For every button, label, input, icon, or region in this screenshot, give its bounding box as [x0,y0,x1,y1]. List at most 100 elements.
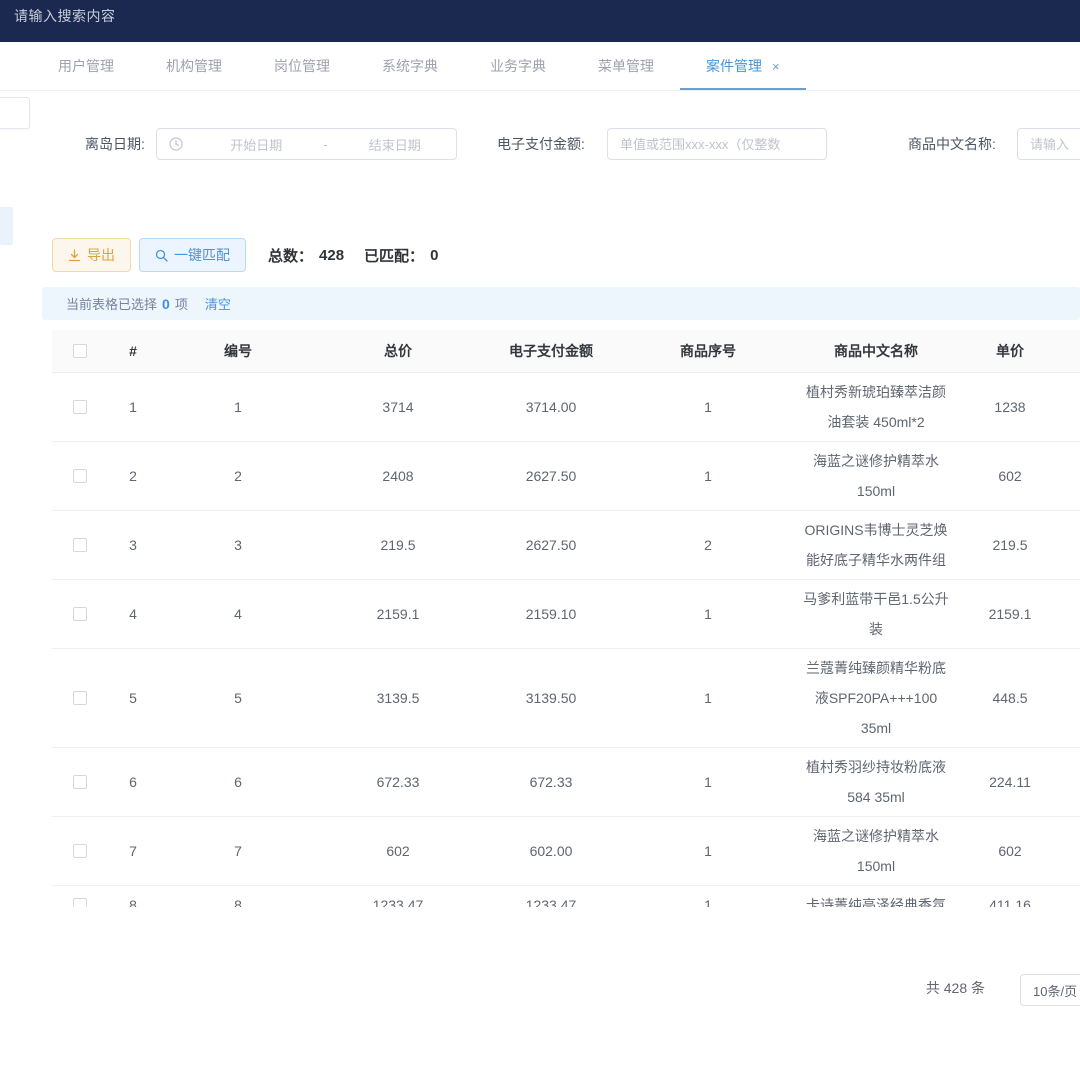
row-filler-cell [1060,648,1080,747]
row-checkbox[interactable] [73,400,87,414]
row-checkbox[interactable] [73,691,87,705]
row-name-cell: 卡诗菁纯亮泽经典香氛 [792,885,960,907]
row-unit-cell: 448.5 [960,648,1060,747]
depart-date-label: 离岛日期: [85,128,145,160]
col-header-index: # [108,330,158,372]
epay-amount-input[interactable] [607,128,827,160]
col-header-name: 商品中文名称 [792,330,960,372]
select-all-checkbox[interactable] [73,344,87,358]
search-icon [155,249,168,262]
row-total-cell: 602 [318,816,478,885]
row-total-cell: 2159.1 [318,579,478,648]
tab-org-mgmt[interactable]: 机构管理 [140,42,248,90]
global-search-input[interactable]: 请输入搜索内容 [14,6,116,26]
row-code-cell: 7 [158,816,318,885]
export-button-label: 导出 [87,245,115,265]
row-checkbox-cell [52,885,108,907]
table-row: 881233.471233.471卡诗菁纯亮泽经典香氛411.16 [52,885,1080,907]
row-total-cell: 219.5 [318,510,478,579]
end-date-input[interactable]: 结束日期 [334,135,457,154]
row-total-cell: 3714 [318,372,478,441]
row-checkbox[interactable] [73,844,87,858]
row-filler-cell [1060,885,1080,907]
row-checkbox[interactable] [73,538,87,552]
match-button-label: 一键匹配 [174,245,230,265]
row-name-cell: ORIGINS韦博士灵芝焕能好底子精华水两件组 [792,510,960,579]
tab-system-dict[interactable]: 系统字典 [356,42,464,90]
row-code-cell: 8 [158,885,318,907]
close-tab-icon[interactable]: × [772,59,780,74]
row-index-cell: 8 [108,885,158,907]
case-table: # 编号 总价 电子支付金额 商品序号 商品中文名称 单价 1137143714… [52,330,1080,907]
row-seq-cell: 1 [624,885,792,907]
row-unit-cell: 219.5 [960,510,1060,579]
row-name-cell: 马爹利蓝带干邑1.5公升装 [792,579,960,648]
row-index-cell: 1 [108,372,158,441]
row-checkbox-cell [52,747,108,816]
table-row: 33219.52627.502ORIGINS韦博士灵芝焕能好底子精华水两件组21… [52,510,1080,579]
app-window: 请输入搜索内容 用户管理 机构管理 岗位管理 系统字典 业务字典 菜单管理 案件… [0,0,1080,1077]
row-total-cell: 672.33 [318,747,478,816]
row-seq-cell: 1 [624,747,792,816]
row-name-cell: 植村秀新琥珀臻萃洁颜油套装 450ml*2 [792,372,960,441]
row-epay-cell: 3714.00 [478,372,624,441]
selection-suffix: 项 [175,294,188,313]
row-name-cell: 植村秀羽纱持妆粉底液 584 35ml [792,747,960,816]
export-button[interactable]: 导出 [52,238,131,272]
row-checkbox[interactable] [73,607,87,621]
row-code-cell: 6 [158,747,318,816]
row-seq-cell: 2 [624,510,792,579]
tab-user-mgmt[interactable]: 用户管理 [32,42,140,90]
row-unit-cell: 602 [960,816,1060,885]
row-epay-cell: 2159.10 [478,579,624,648]
row-seq-cell: 1 [624,648,792,747]
tab-menu-mgmt[interactable]: 菜单管理 [572,42,680,90]
row-unit-cell: 411.16 [960,885,1060,907]
row-index-cell: 6 [108,747,158,816]
start-date-input[interactable]: 开始日期 [195,135,318,154]
row-filler-cell [1060,816,1080,885]
one-click-match-button[interactable]: 一键匹配 [139,238,246,272]
tab-business-dict[interactable]: 业务字典 [464,42,572,90]
row-epay-cell: 3139.50 [478,648,624,747]
product-name-label: 商品中文名称: [908,128,996,160]
row-filler-cell [1060,579,1080,648]
matched-label: 已匹配： [364,245,424,266]
row-checkbox[interactable] [73,775,87,789]
row-unit-cell: 224.11 [960,747,1060,816]
row-epay-cell: 2627.50 [478,510,624,579]
download-icon [68,249,81,262]
row-name-cell: 兰蔻菁纯臻颜精华粉底液SPF20PA+++100 35ml [792,648,960,747]
table-row: 66672.33672.331植村秀羽纱持妆粉底液 584 35ml224.11 [52,747,1080,816]
row-index-cell: 4 [108,579,158,648]
row-index-cell: 5 [108,648,158,747]
row-checkbox-cell [52,510,108,579]
row-epay-cell: 602.00 [478,816,624,885]
table-row: 77602602.001海蓝之谜修护精萃水 150ml602 [52,816,1080,885]
table-row: 553139.53139.501兰蔻菁纯臻颜精华粉底液SPF20PA+++100… [52,648,1080,747]
table-row: 1137143714.001植村秀新琥珀臻萃洁颜油套装 450ml*21238 [52,372,1080,441]
col-header-epay: 电子支付金额 [478,330,624,372]
product-name-input[interactable] [1017,128,1080,160]
row-code-cell: 4 [158,579,318,648]
row-code-cell: 5 [158,648,318,747]
tab-post-mgmt[interactable]: 岗位管理 [248,42,356,90]
row-checkbox[interactable] [73,898,87,908]
page-size-select[interactable]: 10条/页 [1020,974,1080,1006]
selection-count: 0 [162,296,170,312]
row-unit-cell: 602 [960,441,1060,510]
row-total-cell: 1233.47 [318,885,478,907]
row-code-cell: 1 [158,372,318,441]
row-filler-cell [1060,372,1080,441]
tab-case-mgmt-active[interactable]: 案件管理× [680,42,806,90]
depart-date-range-picker[interactable]: 开始日期 - 结束日期 [156,128,457,160]
clear-selection-link[interactable]: 清空 [205,294,231,313]
total-label: 总数： [268,245,313,266]
matched-value: 0 [430,247,438,264]
row-index-cell: 3 [108,510,158,579]
row-checkbox-cell [52,441,108,510]
table-row: 442159.12159.101马爹利蓝带干邑1.5公升装2159.1 [52,579,1080,648]
tab-bar: 用户管理 机构管理 岗位管理 系统字典 业务字典 菜单管理 案件管理× [0,42,1080,91]
date-range-separator: - [318,137,334,152]
row-checkbox[interactable] [73,469,87,483]
